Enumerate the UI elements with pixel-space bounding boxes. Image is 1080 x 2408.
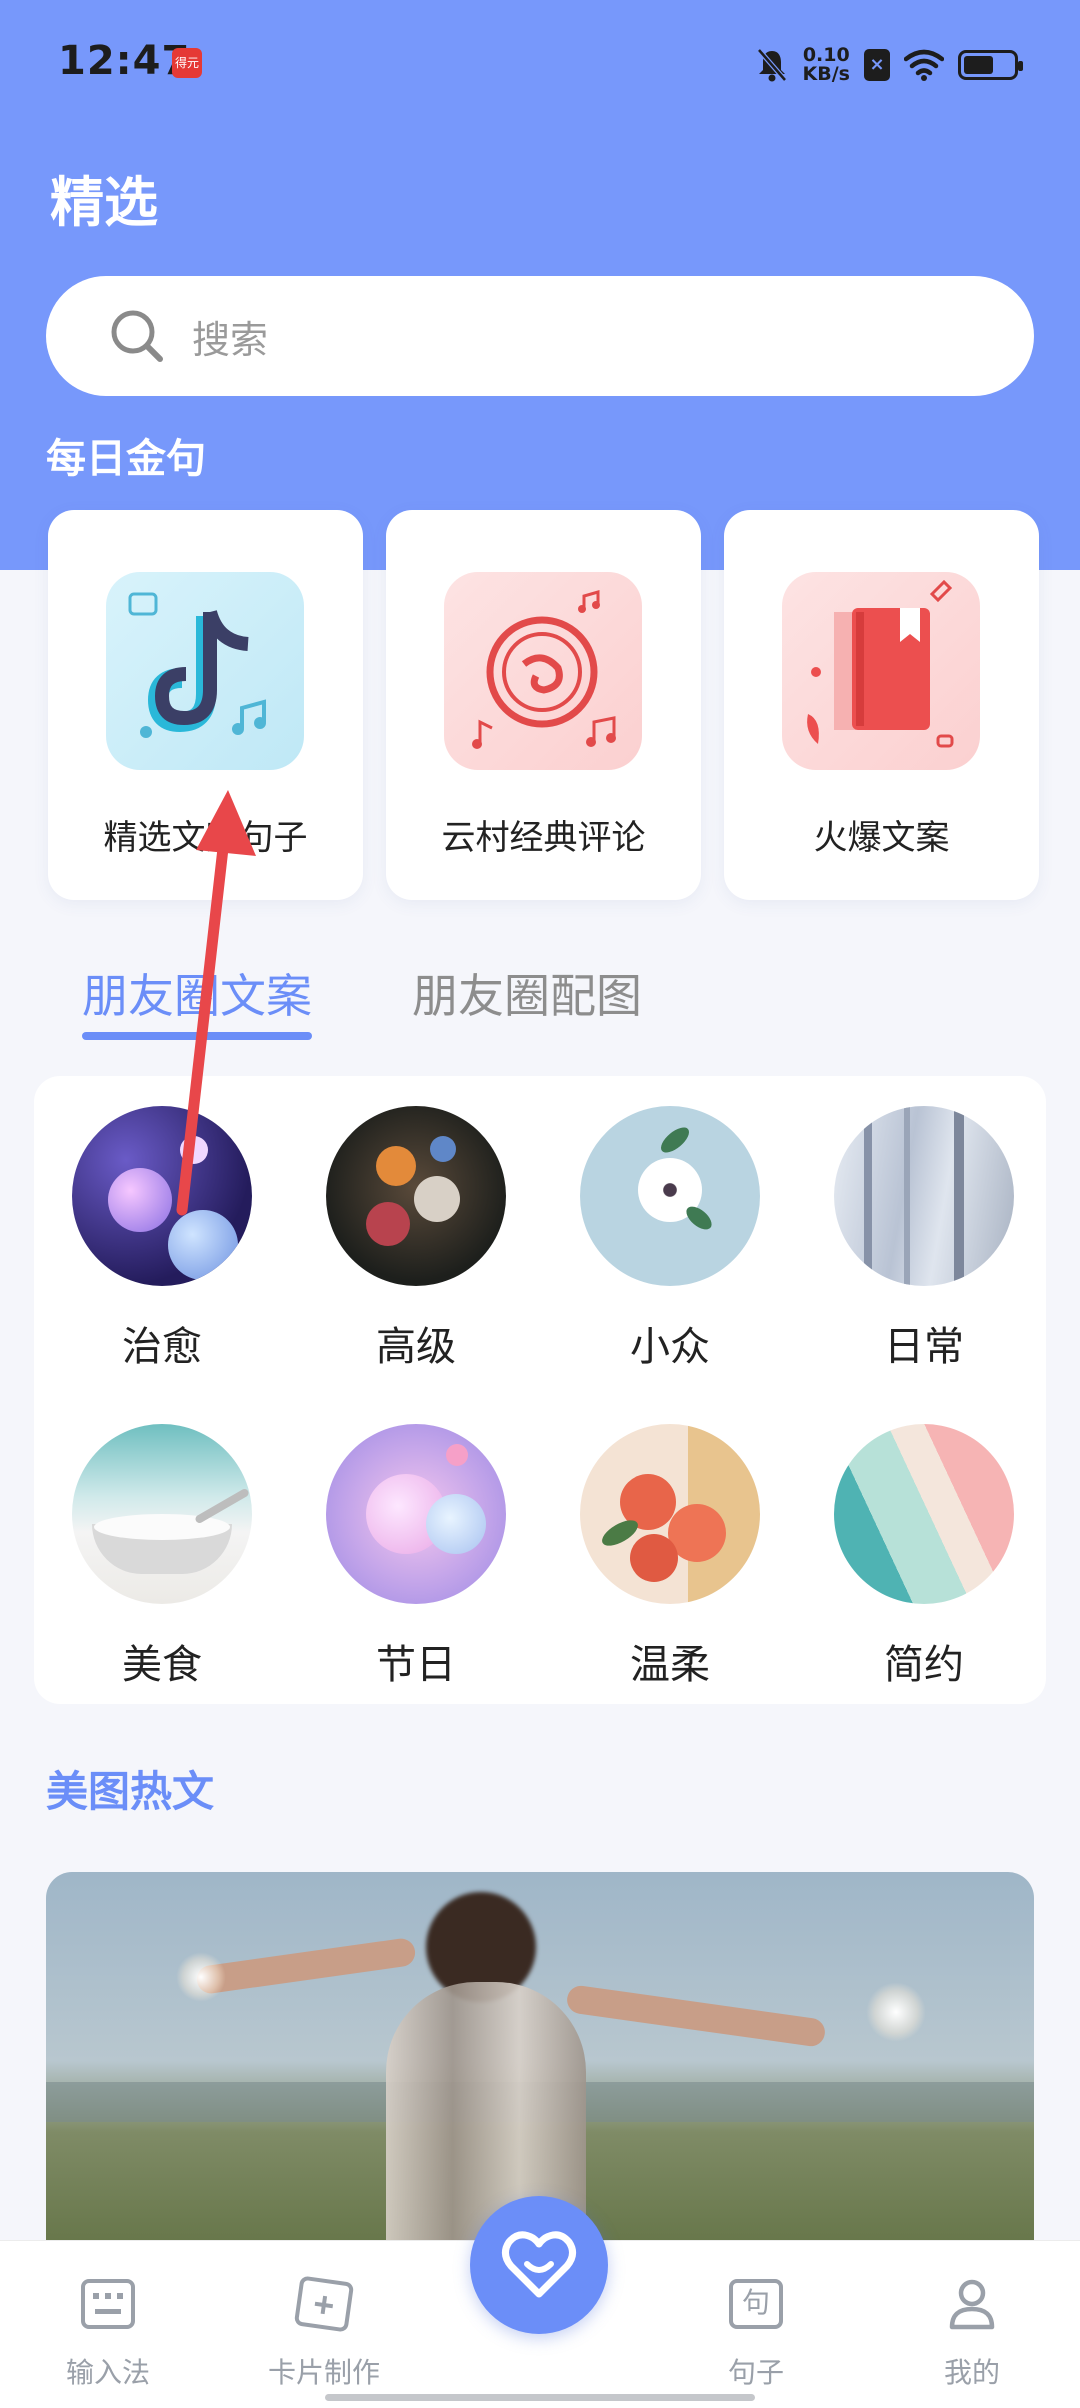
tab-moments-images[interactable]: 朋友圈配图 (412, 960, 642, 1040)
category-healing[interactable]: 治愈 (62, 1076, 262, 1370)
category-niche[interactable]: 小众 (570, 1076, 770, 1370)
category-image (580, 1424, 760, 1604)
home-indicator[interactable] (325, 2394, 755, 2401)
nav-card-making[interactable]: 卡片制作 (216, 2241, 432, 2408)
category-image (326, 1424, 506, 1604)
category-label: 简约 (884, 1642, 964, 1688)
person-icon (949, 2279, 995, 2330)
category-label: 高级 (376, 1324, 456, 1370)
category-image (580, 1106, 760, 1286)
tab-moments-copy[interactable]: 朋友圈文案 (82, 960, 312, 1040)
network-speed-unit: KB/s (802, 63, 850, 85)
card-selected-quotes[interactable]: 精选文案句子 (48, 510, 363, 900)
category-image (72, 1424, 252, 1604)
category-minimal[interactable]: 简约 (824, 1394, 1024, 1688)
sim-off-icon: × (864, 49, 890, 81)
category-image (326, 1106, 506, 1286)
category-label: 日常 (884, 1324, 964, 1370)
category-premium[interactable]: 高级 (316, 1076, 516, 1370)
status-icons: 0.10 KB/s × (755, 40, 1023, 90)
card-label: 火爆文案 (813, 818, 950, 858)
heart-icon (502, 2231, 576, 2298)
nav-profile[interactable]: 我的 (864, 2241, 1080, 2408)
app-screen: 12:47 得元 0.10 KB/s × 精选 搜索 每日金句 精选文案句子 云… (0, 0, 1080, 2408)
battery-level (964, 56, 993, 74)
card-classic-comments[interactable]: 云村经典评论 (386, 510, 701, 900)
category-label: 小众 (630, 1324, 710, 1370)
daily-cards: 精选文案句子 云村经典评论 火爆文案 (48, 510, 1039, 900)
mute-bell-icon (756, 48, 787, 82)
card-hot-copy[interactable]: 火爆文案 (724, 510, 1039, 900)
category-label: 治愈 (122, 1324, 202, 1370)
category-label: 美食 (122, 1642, 202, 1688)
app-notification-badge: 得元 (172, 48, 202, 78)
tiktok-note-icon (106, 572, 304, 770)
nav-label: 我的 (943, 2356, 1000, 2389)
page-title: 精选 (50, 171, 158, 234)
status-time: 12:47 (58, 38, 191, 84)
search-input[interactable]: 搜索 (46, 276, 1034, 396)
search-icon (111, 310, 163, 362)
notebook-icon (782, 572, 980, 770)
category-image (72, 1106, 252, 1286)
nav-home-heart-button[interactable] (470, 2196, 608, 2334)
hot-articles-title: 美图热文 (46, 1767, 215, 1816)
card-label: 云村经典评论 (441, 818, 646, 858)
category-daily[interactable]: 日常 (824, 1076, 1024, 1370)
card-label: 精选文案句子 (103, 818, 308, 858)
keyboard-icon (81, 2279, 135, 2329)
category-image (834, 1424, 1014, 1604)
card-add-icon (293, 2275, 355, 2333)
category-gentle[interactable]: 温柔 (570, 1394, 770, 1688)
vinyl-record-icon (444, 572, 642, 770)
category-grid: 治愈 高级 小众 日常 美食 节日 温柔 简约 (34, 1076, 1046, 1704)
category-label: 温柔 (630, 1642, 710, 1688)
category-food[interactable]: 美食 (62, 1394, 262, 1688)
tab-bar: 朋友圈文案 朋友圈配图 (82, 960, 642, 1040)
nav-label: 卡片制作 (267, 2356, 380, 2389)
daily-quotes-title: 每日金句 (46, 436, 206, 482)
category-festival[interactable]: 节日 (316, 1394, 516, 1688)
status-bar: 12:47 得元 0.10 KB/s × (0, 0, 1080, 130)
category-image (834, 1106, 1014, 1286)
nav-sentences[interactable]: 句 句子 (648, 2241, 864, 2408)
nav-input-method[interactable]: 输入法 (0, 2241, 216, 2408)
sentence-icon: 句 (729, 2279, 783, 2329)
network-speed: 0.10 KB/s (803, 46, 850, 84)
category-label: 节日 (376, 1642, 456, 1688)
search-placeholder: 搜索 (192, 317, 269, 362)
nav-label: 输入法 (65, 2356, 150, 2389)
wifi-icon (904, 49, 944, 81)
battery-icon (958, 50, 1023, 80)
nav-label: 句子 (727, 2356, 784, 2389)
